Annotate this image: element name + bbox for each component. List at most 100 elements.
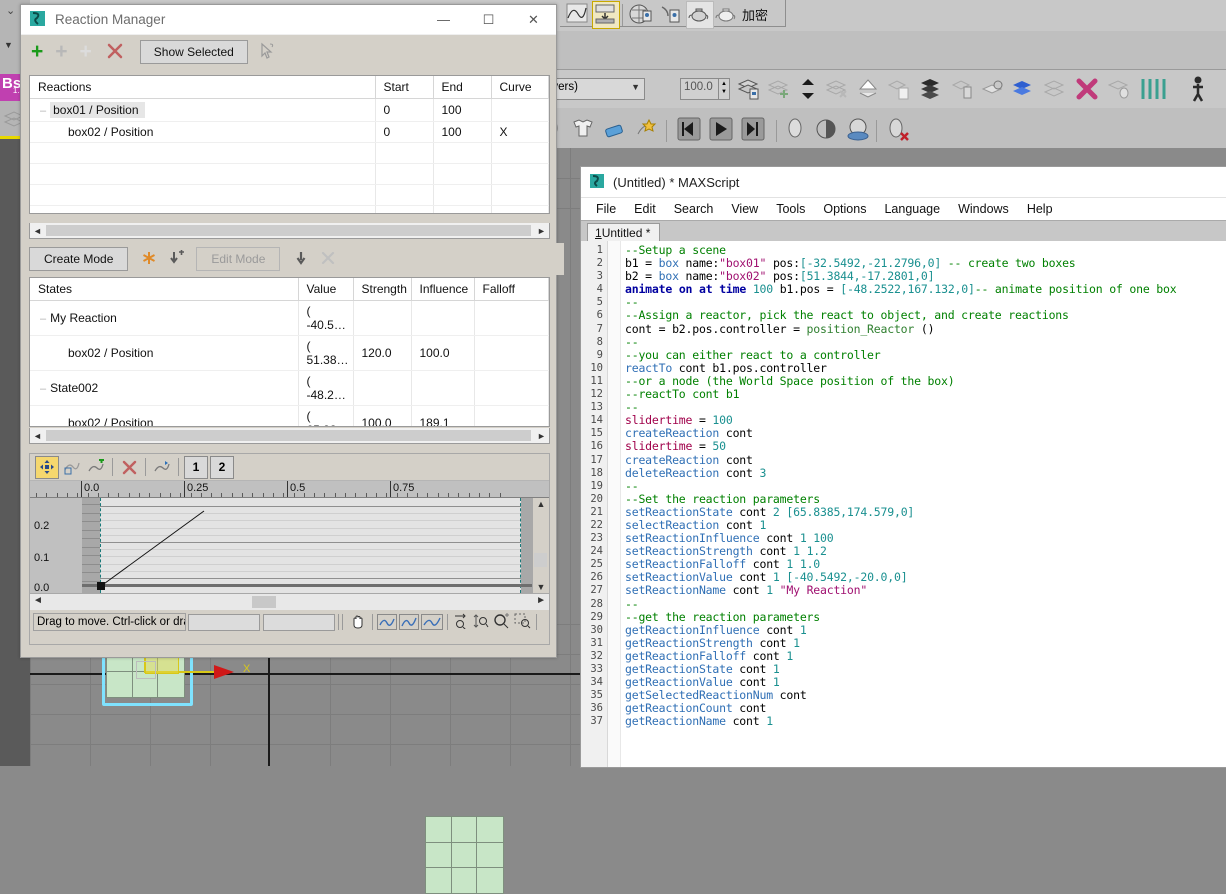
reaction-end-cell[interactable]: 100 [433,121,492,143]
code-area[interactable]: --Setup a scene b1 = box name:"box01" pos… [621,241,1226,767]
scroll-thumb[interactable] [46,430,531,441]
asterisk-icon[interactable] [142,251,156,268]
arrow-down-icon[interactable] [294,250,308,269]
menu-windows[interactable]: Windows [949,200,1018,218]
table-row[interactable]: box02 / Position ( 65.83…100.0189.1 [30,405,549,426]
sphere-shaded-icon[interactable] [814,116,838,145]
state-value-cell[interactable]: ( -40.5… [298,300,354,336]
col-states[interactable]: States [30,278,299,301]
reaction-end-cell[interactable]: 100 [433,98,492,122]
reaction-curve[interactable] [82,498,533,593]
curve-key-point[interactable] [97,582,105,590]
curve-vscrollbar[interactable]: ▲ ▼ [532,498,549,593]
menu-search[interactable]: Search [665,200,723,218]
tab-untitled[interactable]: 1Untitled * [587,223,661,243]
state-value-cell[interactable]: ( 51.38… [298,335,354,371]
draw-curves-tool[interactable] [61,457,83,478]
curve-editor-icon[interactable] [566,2,590,29]
state-strength-cell[interactable]: 100.0 [353,405,412,426]
state-influence-cell[interactable] [411,370,475,406]
state-falloff-cell[interactable] [474,335,549,371]
show-selected-button[interactable]: Show Selected [139,40,248,64]
layer-updown-icon[interactable] [796,76,820,105]
curve-all-icon[interactable] [421,614,443,630]
opacity-stepper[interactable]: ▲ ▼ [718,78,730,100]
scroll-left-arrow[interactable]: ◄ [33,595,43,606]
chevron-down-icon[interactable]: ⌄ [6,4,15,17]
maximize-button[interactable]: ☐ [466,5,511,34]
curve-editor-panel[interactable]: 1 2 0.0 0.25 0.5 0.75 0.2 0.1 0.0 ▲ ▼ ◄ … [29,453,550,645]
state-name-cell[interactable]: – State002 [30,370,299,406]
state-name-cell[interactable]: – My Reaction [30,300,299,336]
maxscript-window[interactable]: (Untitled) * MAXScript File Edit Search … [580,166,1226,768]
reaction-start-cell[interactable]: 0 [375,98,434,122]
material-teapot-empty-icon[interactable] [714,2,738,29]
menu-help[interactable]: Help [1018,200,1062,218]
sphere-grid-icon[interactable] [846,116,870,145]
col-value[interactable]: Value [298,278,354,301]
material-editor-icon[interactable] [628,2,654,29]
minimize-button[interactable]: — [421,5,466,34]
menu-edit[interactable]: Edit [625,200,665,218]
delete-reaction-icon[interactable] [106,42,124,63]
scroll-right-arrow[interactable]: ► [536,595,546,606]
table-row[interactable]: box02 / Position 0 100 X [30,121,549,143]
state-strength-cell[interactable] [353,300,412,336]
states-grid[interactable]: States Value Strength Influence Falloff … [29,277,550,427]
add-keys-tool[interactable] [85,457,107,478]
col-falloff[interactable]: Falloff [474,278,549,301]
layer-highlight-icon[interactable] [856,76,882,105]
curve-hscrollbar[interactable]: ◄ ► [30,593,549,610]
biped-icon[interactable] [1188,76,1208,105]
state-influence-cell[interactable]: 189.1 [411,405,475,426]
zoom-icon[interactable] [493,612,510,632]
curve-field-1[interactable] [188,613,260,631]
table-row[interactable]: – box01 / Position 0 100 [30,98,549,122]
hscroll-thumb[interactable] [252,596,276,608]
delete-keys-tool[interactable] [118,457,140,478]
state-falloff-cell[interactable] [474,300,549,336]
reactions-grid[interactable]: Reactions Start End Curve – box01 / Posit… [29,75,550,214]
arrow-down-plus-icon[interactable] [168,249,185,269]
mode-row[interactable]: Create Mode Edit Mode [21,243,564,275]
col-influence[interactable]: Influence [411,278,475,301]
state-value-cell[interactable]: ( 65.83… [298,405,354,426]
reactions-hscrollbar[interactable]: ◄ ► [29,223,550,239]
scroll-right-arrow[interactable]: ► [534,430,549,441]
curve-slot-1-button[interactable]: 1 [184,455,208,479]
state-falloff-cell[interactable] [474,405,549,426]
material-teapot-full-icon[interactable] [686,1,714,29]
first-frame-icon[interactable] [676,115,702,146]
state-name-cell[interactable]: box02 / Position [30,335,299,371]
layer-props-icon[interactable] [950,76,976,105]
add-master-icon[interactable]: + [31,41,43,62]
scroll-left-arrow[interactable]: ◄ [30,430,45,441]
col-strength[interactable]: Strength [353,278,412,301]
scroll-left-arrow[interactable]: ◄ [30,225,45,236]
sphere-light-icon[interactable] [784,116,806,145]
layer-light-icon[interactable] [1106,76,1132,105]
layer-outline-icon[interactable] [1042,76,1068,105]
table-row[interactable]: – My Reaction( -40.5… [30,300,549,336]
menu-file[interactable]: File [587,200,625,218]
layer-copy-icon[interactable] [886,76,912,105]
curve-v-icon[interactable] [399,614,419,630]
chevron-down-icon-2[interactable]: ▼ [4,40,13,50]
col-start[interactable]: Start [375,76,434,99]
render-setup-icon[interactable] [592,1,620,29]
menu-language[interactable]: Language [875,200,949,218]
add-slave-icon[interactable]: + [80,41,92,62]
scale-keys-tool[interactable] [151,457,173,478]
reaction-manager-window[interactable]: Reaction Manager — ☐ ✕ + + + Show Select… [20,4,564,658]
menu-view[interactable]: View [722,200,767,218]
reaction-manager-toolbar[interactable]: + + + Show Selected [21,35,556,69]
layer-stack-icon[interactable] [918,76,944,105]
state-influence-cell[interactable]: 100.0 [411,335,475,371]
col-end[interactable]: End [433,76,492,99]
create-mode-button[interactable]: Create Mode [29,247,129,271]
state-influence-cell[interactable] [411,300,475,336]
maxscript-tabbar[interactable]: 1Untitled * [581,220,1226,243]
scroll-down-arrow[interactable]: ▼ [533,582,549,592]
cloth-icon[interactable] [570,116,596,145]
bones-icon[interactable] [1140,78,1170,103]
